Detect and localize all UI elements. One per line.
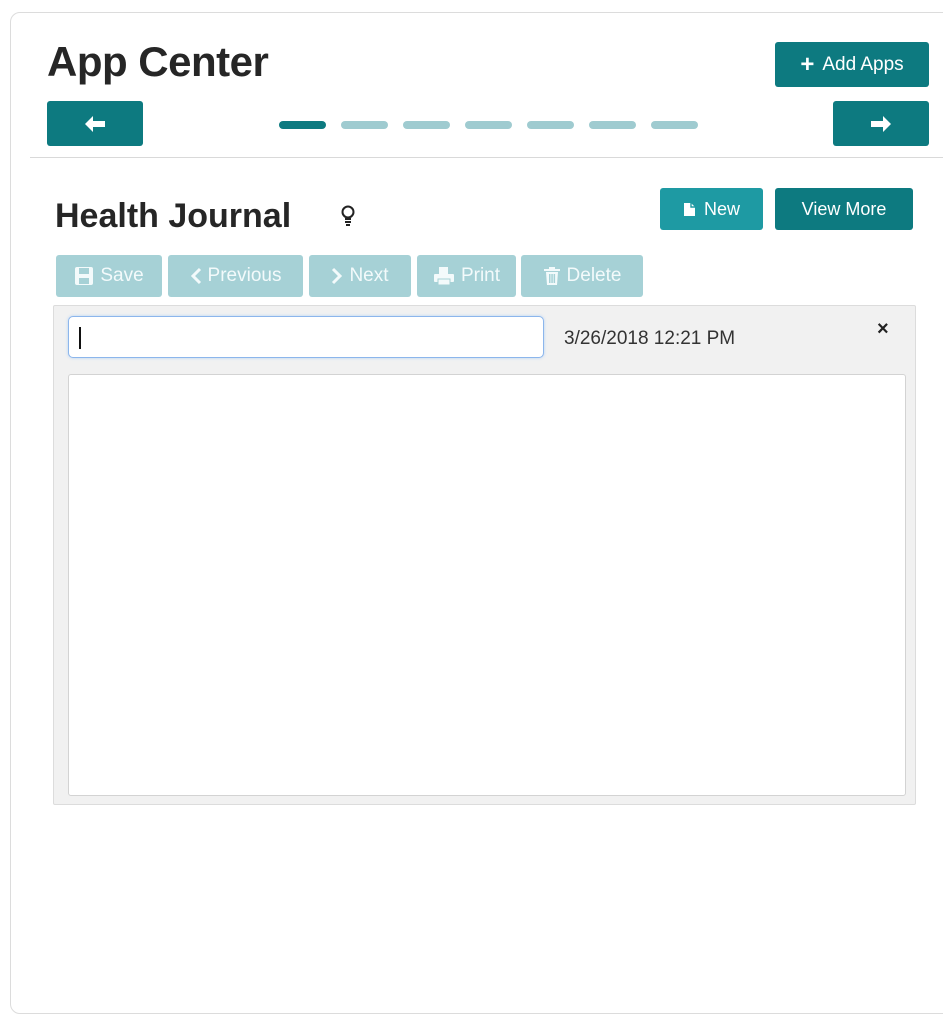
carousel-pagination [279, 121, 698, 129]
new-entry-button[interactable]: New [660, 188, 763, 230]
delete-label: Delete [566, 265, 622, 286]
carousel-dot[interactable] [527, 121, 574, 129]
arrow-right-icon [871, 115, 891, 132]
carousel-dot[interactable] [279, 121, 326, 129]
print-label: Print [460, 265, 501, 286]
save-label: Save [100, 265, 144, 286]
carousel-dot[interactable] [651, 121, 698, 129]
journal-entry-panel: 3/26/2018 12:21 PM × [53, 305, 916, 805]
previous-label: Previous [207, 265, 282, 286]
next-label: Next [349, 265, 389, 286]
carousel-dot[interactable] [465, 121, 512, 129]
carousel-next-button[interactable] [833, 101, 929, 146]
document-icon [683, 202, 695, 216]
save-button[interactable]: Save [56, 255, 162, 297]
carousel-prev-button[interactable] [47, 101, 143, 146]
add-apps-label: Add Apps [822, 53, 904, 75]
text-cursor [79, 327, 81, 349]
entry-body-textarea[interactable] [68, 374, 906, 796]
plus-icon: + [800, 50, 815, 78]
widget-title: Health Journal [55, 197, 292, 235]
entry-timestamp: 3/26/2018 12:21 PM [564, 328, 736, 349]
close-icon[interactable]: × [877, 318, 889, 341]
arrow-left-icon [85, 115, 105, 132]
entry-title-input[interactable] [68, 316, 544, 358]
lightbulb-icon[interactable] [340, 205, 356, 232]
printer-icon [433, 267, 454, 286]
next-button[interactable]: Next [309, 255, 411, 297]
add-apps-button[interactable]: + Add Apps [775, 42, 929, 87]
carousel-dot[interactable] [589, 121, 636, 129]
delete-button[interactable]: Delete [521, 255, 643, 297]
carousel-dot[interactable] [341, 121, 388, 129]
trash-icon [543, 267, 560, 285]
carousel-dot[interactable] [403, 121, 450, 129]
chevron-left-icon [190, 267, 201, 285]
new-label: New [703, 198, 740, 219]
print-button[interactable]: Print [417, 255, 516, 297]
app-center-title: App Center [47, 38, 269, 85]
header-divider [30, 157, 943, 158]
chevron-right-icon [332, 267, 343, 285]
previous-button[interactable]: Previous [168, 255, 303, 297]
view-more-button[interactable]: View More [775, 188, 913, 230]
floppy-disk-icon [75, 267, 94, 285]
